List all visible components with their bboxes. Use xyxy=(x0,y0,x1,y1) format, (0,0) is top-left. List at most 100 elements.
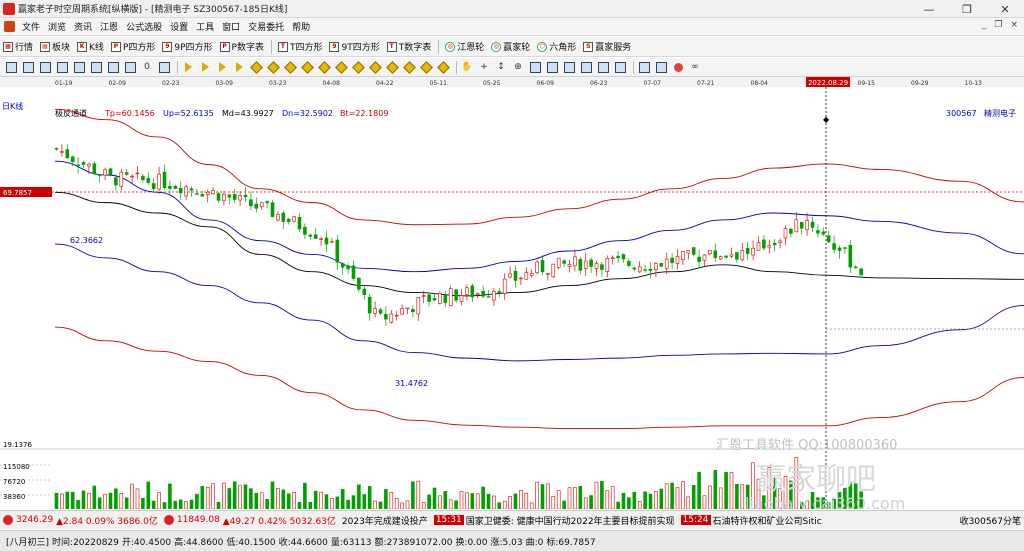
zoom-icon[interactable]: ⊕ xyxy=(511,60,525,74)
indicator-icon[interactable] xyxy=(72,60,86,74)
last-icon[interactable] xyxy=(232,60,246,74)
candle-body xyxy=(81,162,86,165)
toolbar-t-square-button[interactable]: T T四方形 xyxy=(275,40,327,53)
tick-detail-link[interactable]: 收300567分笔 xyxy=(957,514,1024,527)
export-icon[interactable] xyxy=(596,60,610,74)
toolbar-sector-button[interactable]: ▤ 板块 xyxy=(37,40,74,53)
compare-icon[interactable] xyxy=(106,60,120,74)
toolbar-p-table-button[interactable]: P P数字表 xyxy=(217,40,268,53)
toolbar-9t-square-button[interactable]: 9 9T四方形 xyxy=(326,40,383,53)
menu-browse[interactable]: 浏览 xyxy=(44,20,70,33)
scale-icon[interactable] xyxy=(55,60,69,74)
zero-icon[interactable]: 0 xyxy=(140,60,154,74)
save-icon[interactable] xyxy=(562,60,576,74)
draw-arrow-icon[interactable] xyxy=(436,60,450,74)
draw-fib-icon[interactable] xyxy=(385,60,399,74)
copy-icon[interactable] xyxy=(545,60,559,74)
service-icon: S xyxy=(583,41,594,52)
crosshair-icon[interactable]: + xyxy=(477,60,491,74)
prev-icon[interactable] xyxy=(198,60,212,74)
toolbar-service-button[interactable]: S 赢家服务 xyxy=(580,40,635,53)
candle-body xyxy=(497,291,502,294)
draw-box-icon[interactable] xyxy=(351,60,365,74)
menu-tools[interactable]: 工具 xyxy=(192,20,218,33)
close-button[interactable]: ✕ xyxy=(986,0,1024,18)
drawing-toolbar: 0 ✋ + ↕ ⊕ ∞ xyxy=(0,58,1024,77)
record-icon[interactable] xyxy=(671,60,685,74)
restore-button[interactable]: ❐ xyxy=(948,0,986,18)
candle-body xyxy=(637,266,642,273)
mdi-close-button[interactable]: × xyxy=(1010,20,1018,30)
kline-chart-svg[interactable]: 01-19 02-09 02-23 03-09 03-23 04-08 04-22 05-11… xyxy=(0,77,1024,509)
candle-body xyxy=(124,172,129,175)
menu-formula[interactable]: 公式选股 xyxy=(122,20,166,33)
layout-icon[interactable] xyxy=(21,60,35,74)
minimize-button[interactable]: — xyxy=(910,0,948,18)
sz-index-group[interactable]: 11849.08 ▲49.27 0.42% 5032.63亿 xyxy=(161,514,339,527)
period-icon[interactable] xyxy=(38,60,52,74)
menu-gann[interactable]: 江恩 xyxy=(96,20,122,33)
candle-body xyxy=(681,251,685,260)
list-icon[interactable] xyxy=(637,60,651,74)
toolbar-gann-wheel-button[interactable]: ◎ 江恩轮 xyxy=(442,40,488,53)
volume-bar xyxy=(60,493,64,509)
overlay-icon[interactable] xyxy=(89,60,103,74)
candle-body xyxy=(610,257,615,259)
window-icon[interactable] xyxy=(4,60,18,74)
move-icon[interactable]: ↕ xyxy=(494,60,508,74)
draw-fan-icon[interactable] xyxy=(300,60,314,74)
toolbar-9p-square-button[interactable]: 9 9P四方形 xyxy=(159,40,216,53)
infinity-icon[interactable]: ∞ xyxy=(688,60,702,74)
news-item[interactable]: 2023年完成建设投产 xyxy=(339,514,431,527)
bar-info-status: [八月初三] 时间:20220829 开:40.4500 高:44.8600 低… xyxy=(0,530,1024,551)
candle-body xyxy=(259,202,264,208)
weight-icon[interactable] xyxy=(123,60,137,74)
toolbar-t-table-button[interactable]: T T数字表 xyxy=(384,40,436,53)
sh-index-group[interactable]: 3246.29 ▲2.84 0.09% 3686.0亿 xyxy=(0,514,161,527)
mdi-minimize-button[interactable]: _ xyxy=(982,20,987,30)
news-item[interactable]: 15:31 国家卫健委: 健康中国行动2022年主要目标提前实现 xyxy=(431,514,678,527)
menu-window[interactable]: 窗口 xyxy=(218,20,244,33)
volume-bar xyxy=(308,501,313,509)
date-tick-label: 02-23 xyxy=(162,80,180,87)
menu-trade[interactable]: 交易委托 xyxy=(244,20,288,33)
menu-file[interactable]: 文件 xyxy=(18,20,44,33)
draw-ray-icon[interactable] xyxy=(266,60,280,74)
toolbar-p-square-button[interactable]: P P四方形 xyxy=(108,40,159,53)
mdi-restore-button[interactable]: ❐ xyxy=(994,20,1002,30)
draw-cycle-icon[interactable] xyxy=(368,60,382,74)
volume-bar xyxy=(357,484,361,509)
indicator-bt-value: Bt=22.1809 xyxy=(340,109,388,118)
toolbar-winner-wheel-button[interactable]: ◎ 赢家轮 xyxy=(488,40,534,53)
first-icon[interactable] xyxy=(181,60,195,74)
news-item[interactable]: 15:24 石油特许权和矿业公司Sitic xyxy=(678,514,825,527)
draw-arc-icon[interactable] xyxy=(317,60,331,74)
low-label: 31.4762 xyxy=(395,379,428,388)
toolbar-label: K线 xyxy=(89,43,104,53)
draw-gann-icon[interactable] xyxy=(402,60,416,74)
menu-news[interactable]: 资讯 xyxy=(70,20,96,33)
menu-settings[interactable]: 设置 xyxy=(166,20,192,33)
kline-chart[interactable]: 01-19 02-09 02-23 03-09 03-23 04-08 04-22 05-11… xyxy=(0,77,1024,509)
menu-help[interactable]: 帮助 xyxy=(288,20,314,33)
draw-line-icon[interactable] xyxy=(249,60,263,74)
mark-icon[interactable] xyxy=(157,60,171,74)
volume-bar xyxy=(232,481,237,509)
toolbar-kline-button[interactable]: K K线 xyxy=(74,40,108,53)
print-icon[interactable] xyxy=(579,60,593,74)
calc-icon[interactable] xyxy=(654,60,668,74)
draw-circle-icon[interactable] xyxy=(334,60,348,74)
volume-bar xyxy=(556,490,561,509)
erase-icon[interactable] xyxy=(528,60,542,74)
news-time-badge: 15:31 xyxy=(433,515,464,525)
truck-icon[interactable] xyxy=(613,60,627,74)
draw-text-icon[interactable] xyxy=(419,60,433,74)
volume-bar xyxy=(659,488,664,509)
candle-body xyxy=(816,230,820,234)
toolbar-hexagon-button[interactable]: ⬡ 六角形 xyxy=(534,40,580,53)
draw-channel-icon[interactable] xyxy=(283,60,297,74)
candle-body xyxy=(270,202,275,218)
hand-icon[interactable]: ✋ xyxy=(460,60,474,74)
toolbar-quotes-button[interactable]: ▦ 行情 xyxy=(0,40,37,53)
next-icon[interactable] xyxy=(215,60,229,74)
